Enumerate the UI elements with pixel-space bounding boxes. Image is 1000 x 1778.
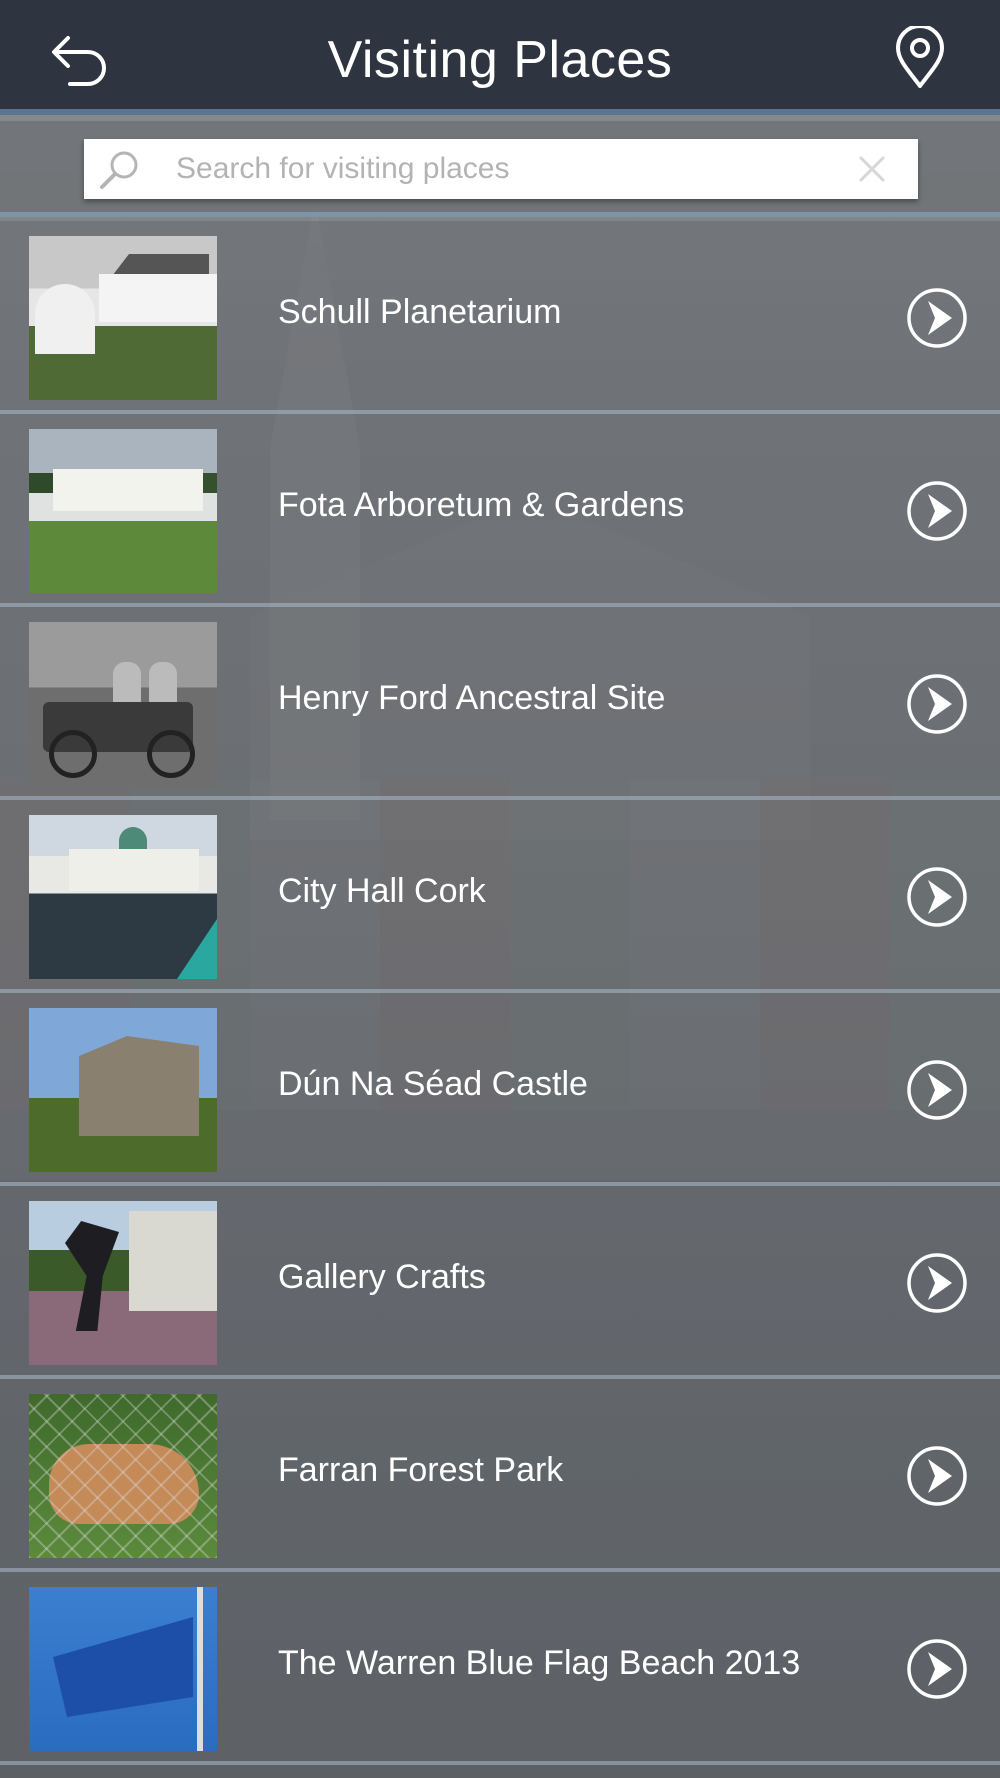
list-item[interactable]: Farran Forest Park — [0, 1379, 1000, 1572]
place-name: Fota Arboretum & Gardens — [278, 486, 685, 524]
places-list: Schull Planetarium Fota Arboretum & Gard… — [0, 221, 1000, 1778]
place-thumbnail — [29, 1008, 217, 1172]
place-name: Henry Ford Ancestral Site — [278, 679, 666, 717]
list-item[interactable]: City Hall Cork — [0, 800, 1000, 993]
chevron-right-circle-icon[interactable] — [906, 1638, 968, 1700]
place-name: Schull Planetarium — [278, 293, 562, 331]
place-thumbnail — [29, 1394, 217, 1558]
list-item[interactable]: The Warren Blue Flag Beach 2013 — [0, 1572, 1000, 1765]
place-name: City Hall Cork — [278, 872, 486, 910]
search-input[interactable] — [176, 147, 816, 191]
place-thumbnail — [29, 429, 217, 593]
chevron-right-circle-icon[interactable] — [906, 866, 968, 928]
clear-search-icon[interactable] — [858, 155, 886, 183]
list-item[interactable]: Dún Na Séad Castle — [0, 993, 1000, 1186]
place-name: Dún Na Séad Castle — [278, 1065, 588, 1103]
place-name: The Warren Blue Flag Beach 2013 — [278, 1644, 801, 1682]
place-thumbnail — [29, 236, 217, 400]
place-thumbnail — [29, 815, 217, 979]
place-thumbnail — [29, 1587, 217, 1751]
chevron-right-circle-icon[interactable] — [906, 1059, 968, 1121]
chevron-right-circle-icon[interactable] — [906, 673, 968, 735]
map-pin-icon[interactable] — [890, 24, 950, 90]
list-item[interactable]: Fota Arboretum & Gardens — [0, 414, 1000, 607]
chevron-right-circle-icon[interactable] — [906, 480, 968, 542]
list-item[interactable]: Henry Ford Ancestral Site — [0, 607, 1000, 800]
chevron-right-circle-icon[interactable] — [906, 1445, 968, 1507]
search-box[interactable] — [84, 139, 918, 199]
list-item[interactable]: Gallery Crafts — [0, 1186, 1000, 1379]
place-name: Gallery Crafts — [278, 1258, 486, 1296]
chevron-right-circle-icon[interactable] — [906, 1252, 968, 1314]
list-item[interactable]: Schull Planetarium — [0, 221, 1000, 414]
chevron-right-circle-icon[interactable] — [906, 287, 968, 349]
place-name: Farran Forest Park — [278, 1451, 564, 1489]
page-title: Visiting Places — [327, 31, 673, 89]
app-header: Visiting Places — [0, 0, 1000, 115]
search-icon — [98, 149, 142, 191]
search-bar — [0, 121, 1000, 217]
place-thumbnail — [29, 1201, 217, 1365]
place-thumbnail — [29, 622, 217, 786]
